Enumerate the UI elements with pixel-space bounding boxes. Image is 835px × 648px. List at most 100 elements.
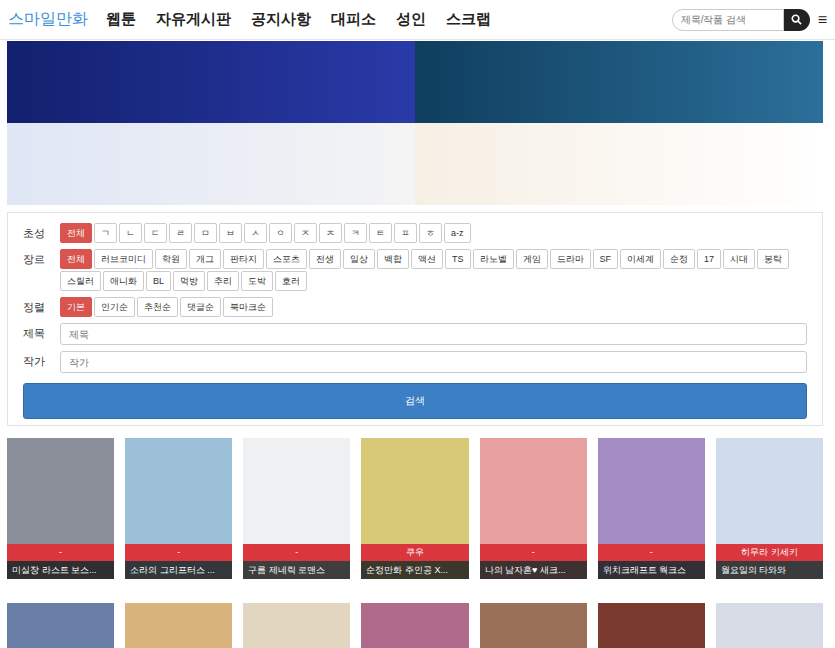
banner-grid xyxy=(7,41,823,205)
filter-chip[interactable]: 일상 xyxy=(343,249,375,269)
filter-chip[interactable]: ㄱ xyxy=(94,223,117,243)
filter-chip[interactable]: 개그 xyxy=(189,249,221,269)
comic-card[interactable] xyxy=(716,603,823,648)
filter-label: 초성 xyxy=(23,223,60,243)
filter-chip[interactable]: TS xyxy=(445,249,471,269)
comic-cover xyxy=(598,603,705,648)
filter-chip[interactable]: 라노벨 xyxy=(473,249,514,269)
nav-item[interactable]: 자유게시판 xyxy=(156,10,231,29)
filter-chip[interactable]: ㅎ xyxy=(419,223,442,243)
filter-chip[interactable]: SF xyxy=(593,249,619,269)
magnifier-icon xyxy=(791,14,802,25)
filter-chip[interactable]: 애니화 xyxy=(103,271,144,291)
nav-item[interactable]: 공지사항 xyxy=(251,10,311,29)
comic-author: 쿠우 xyxy=(361,544,468,561)
filter-chip[interactable]: 이세계 xyxy=(620,249,661,269)
nav-item[interactable]: 대피소 xyxy=(331,10,376,29)
comic-author: - xyxy=(480,544,587,561)
filter-chip[interactable]: 전체 xyxy=(60,223,92,243)
filter-chip[interactable]: 인기순 xyxy=(94,297,135,317)
logo[interactable]: 스마일만화 xyxy=(8,9,88,30)
comic-card[interactable] xyxy=(125,603,232,648)
menu-icon[interactable]: ≡ xyxy=(818,11,827,29)
filter-chip[interactable]: 전생 xyxy=(309,249,341,269)
filter-chip[interactable]: 도박 xyxy=(241,271,273,291)
filter-chip[interactable]: ㄴ xyxy=(119,223,142,243)
filter-chip[interactable]: 전체 xyxy=(60,249,92,269)
search-submit-button[interactable]: 검색 xyxy=(23,383,807,419)
comic-card[interactable]: 히무라 키세키월요일의 타와와 xyxy=(716,438,823,579)
filter-field-row: 작가 xyxy=(23,351,807,373)
comic-card[interactable]: -나의 남자혼♥ 새크... xyxy=(480,438,587,579)
filter-chip[interactable]: a-z xyxy=(444,223,471,243)
filter-panel: 초성전체ㄱㄴㄷㄹㅁㅂㅅㅇㅈㅊㅋㅌㅍㅎa-z 장르전체러브코미디학원개그판타지스포츠… xyxy=(7,212,823,426)
filter-chip[interactable]: 백합 xyxy=(377,249,409,269)
filter-chip[interactable]: 추천순 xyxy=(137,297,178,317)
filter-chip[interactable]: 호러 xyxy=(275,271,307,291)
filter-chip[interactable]: 추리 xyxy=(207,271,239,291)
comic-author: - xyxy=(598,544,705,561)
search-button[interactable] xyxy=(784,9,810,31)
filter-chip[interactable]: 시대 xyxy=(723,249,755,269)
search-input[interactable] xyxy=(672,9,784,31)
filter-chip[interactable]: 게임 xyxy=(516,249,548,269)
filter-chip[interactable]: 스릴러 xyxy=(60,271,101,291)
filter-chip[interactable]: ㅍ xyxy=(394,223,417,243)
comic-title: 구름 제네릭 로맨스 xyxy=(243,561,350,579)
filter-chip[interactable]: 러브코미디 xyxy=(94,249,153,269)
filter-input[interactable] xyxy=(60,351,807,373)
nav-item[interactable]: 성인 xyxy=(396,10,426,29)
filter-chip[interactable]: 학원 xyxy=(155,249,187,269)
filter-chip[interactable]: ㅊ xyxy=(319,223,342,243)
comic-card[interactable]: 쿠우순정만화 주인공 X... xyxy=(361,438,468,579)
filter-chip[interactable]: 북마크순 xyxy=(223,297,273,317)
banner-ad[interactable] xyxy=(7,41,415,123)
comic-author: - xyxy=(243,544,350,561)
filter-chip[interactable]: ㅈ xyxy=(294,223,317,243)
filter-chip[interactable]: ㅅ xyxy=(244,223,267,243)
filter-chip[interactable]: 순정 xyxy=(663,249,695,269)
filter-chip[interactable]: 판타지 xyxy=(223,249,264,269)
filter-chip[interactable]: ㅋ xyxy=(344,223,367,243)
comic-card[interactable] xyxy=(243,603,350,648)
comic-card[interactable]: -위치크래프트 웍크스 xyxy=(598,438,705,579)
comic-title: 위치크래프트 웍크스 xyxy=(598,561,705,579)
comic-card[interactable] xyxy=(480,603,587,648)
banner-ad[interactable] xyxy=(415,41,823,123)
filter-chip[interactable]: 봉탁 xyxy=(757,249,789,269)
banner-ad[interactable] xyxy=(7,123,415,205)
filter-chip[interactable]: 17 xyxy=(697,249,721,269)
comic-title: 월요일의 타와와 xyxy=(716,561,823,579)
comic-card[interactable] xyxy=(361,603,468,648)
filter-chip[interactable]: 먹방 xyxy=(173,271,205,291)
comic-author: - xyxy=(7,544,114,561)
comic-card[interactable]: -구름 제네릭 로맨스 xyxy=(243,438,350,579)
filter-chip[interactable]: 스포츠 xyxy=(266,249,307,269)
filter-chip[interactable]: ㅇ xyxy=(269,223,292,243)
filter-chip[interactable]: 기본 xyxy=(60,297,92,317)
filter-chip[interactable]: 댓글순 xyxy=(180,297,221,317)
filter-chip[interactable]: 액션 xyxy=(411,249,443,269)
filter-chip[interactable]: BL xyxy=(146,271,171,291)
filter-chip[interactable]: ㄹ xyxy=(169,223,192,243)
comic-title: 나의 남자혼♥ 새크... xyxy=(480,561,587,579)
nav-item[interactable]: 웹툰 xyxy=(106,10,136,29)
filter-row: 정렬기본인기순추천순댓글순북마크순 xyxy=(23,297,807,317)
comic-card[interactable] xyxy=(7,603,114,648)
main-nav: 웹툰 자유게시판 공지사항 대피소 성인 스크랩 xyxy=(106,10,672,29)
filter-row: 장르전체러브코미디학원개그판타지스포츠전생일상백합액션TS라노벨게임드라마SF이… xyxy=(23,249,807,291)
comic-card[interactable]: -미실장 라스트 보스... xyxy=(7,438,114,579)
comic-card[interactable]: -소라의 그리프터스 ... xyxy=(125,438,232,579)
filter-chip[interactable]: ㅂ xyxy=(219,223,242,243)
filter-chip[interactable]: ㅌ xyxy=(369,223,392,243)
filter-chip[interactable]: ㄷ xyxy=(144,223,167,243)
top-bar: 스마일만화 웹툰 자유게시판 공지사항 대피소 성인 스크랩 ≡ xyxy=(0,0,835,40)
comic-cover xyxy=(361,603,468,648)
comic-cover xyxy=(243,603,350,648)
comic-card[interactable] xyxy=(598,603,705,648)
banner-ad[interactable] xyxy=(415,123,823,205)
nav-item[interactable]: 스크랩 xyxy=(446,10,491,29)
filter-input[interactable] xyxy=(60,323,807,345)
filter-chip[interactable]: 드라마 xyxy=(550,249,591,269)
filter-chip[interactable]: ㅁ xyxy=(194,223,217,243)
